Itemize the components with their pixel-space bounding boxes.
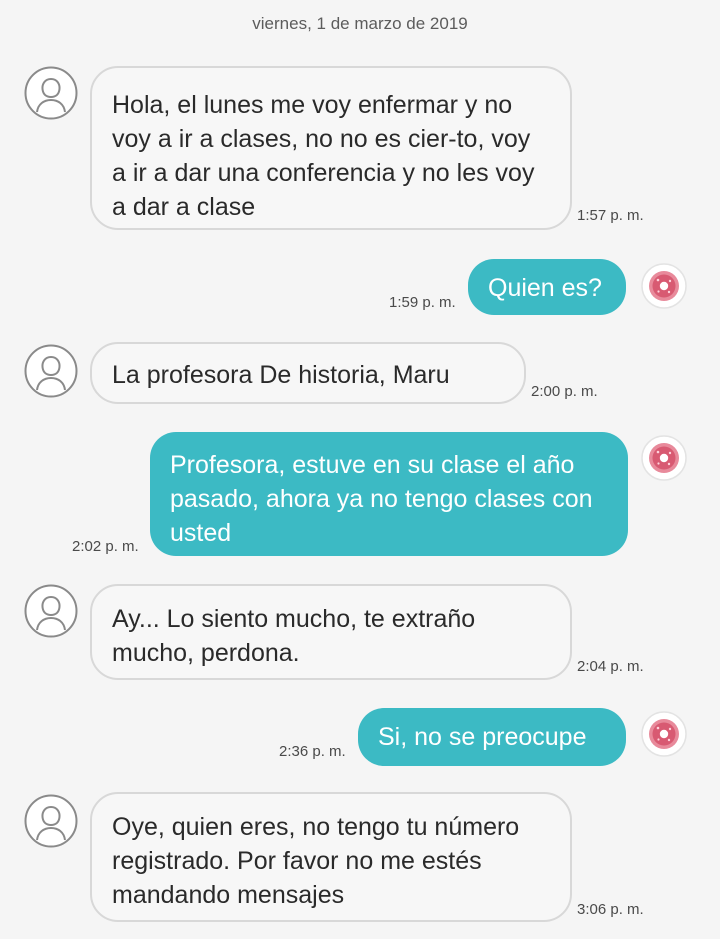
message-timestamp: 1:59 p. m. bbox=[389, 294, 456, 311]
person-avatar-icon[interactable] bbox=[24, 344, 78, 398]
donut-sticker-icon bbox=[640, 434, 688, 482]
date-header: viernes, 1 de marzo de 2019 bbox=[252, 14, 468, 33]
person-avatar-icon[interactable] bbox=[24, 584, 78, 638]
message-bubble-outgoing[interactable]: Profesora, estuve en su clase el año pas… bbox=[150, 432, 628, 556]
message-text: Ay... Lo siento mucho, te extraño mucho,… bbox=[112, 605, 476, 667]
message-timestamp: 1:57 p. m. bbox=[577, 207, 644, 224]
message-text: Oye, quien eres, no tengo tu número regi… bbox=[112, 813, 520, 909]
message-bubble-outgoing[interactable]: Quien es? bbox=[468, 259, 626, 315]
person-avatar-icon[interactable] bbox=[24, 794, 78, 848]
message-text: Profesora, estuve en su clase el año pas… bbox=[170, 451, 593, 547]
message-bubble-incoming[interactable]: Oye, quien eres, no tengo tu número regi… bbox=[90, 792, 572, 922]
message-timestamp: 2:04 p. m. bbox=[577, 658, 644, 675]
donut-sticker-icon bbox=[640, 710, 688, 758]
message-bubble-incoming[interactable]: La profesora De historia, Maru bbox=[90, 342, 526, 404]
message-text: La profesora De historia, Maru bbox=[112, 361, 450, 389]
message-bubble-incoming[interactable]: Ay... Lo siento mucho, te extraño mucho,… bbox=[90, 584, 572, 680]
message-text: Si, no se preocupe bbox=[378, 723, 587, 751]
message-bubble-incoming[interactable]: Hola, el lunes me voy enfermar y no voy … bbox=[90, 66, 572, 230]
donut-sticker-icon bbox=[640, 262, 688, 310]
message-text: Hola, el lunes me voy enfermar y no voy … bbox=[112, 91, 535, 221]
message-timestamp: 2:36 p. m. bbox=[279, 743, 346, 760]
message-timestamp: 2:00 p. m. bbox=[531, 383, 598, 400]
message-timestamp: 2:02 p. m. bbox=[72, 538, 139, 555]
message-text: Quien es? bbox=[488, 274, 602, 302]
message-timestamp: 3:06 p. m. bbox=[577, 901, 644, 918]
message-bubble-outgoing[interactable]: Si, no se preocupe bbox=[358, 708, 626, 766]
person-avatar-icon[interactable] bbox=[24, 66, 78, 120]
